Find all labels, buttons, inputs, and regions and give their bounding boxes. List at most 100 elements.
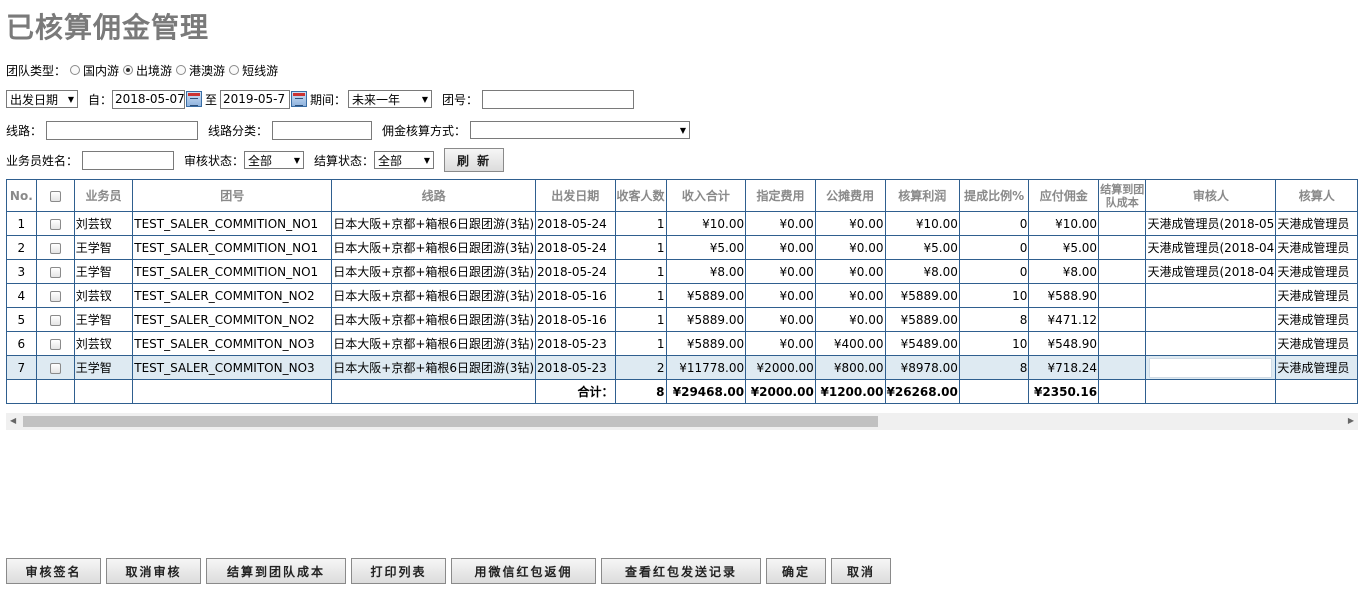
scrollbar-thumb[interactable] bbox=[23, 416, 878, 427]
cell-designated-fee: ¥0.00 bbox=[745, 331, 816, 356]
col-commission[interactable]: 应付佣金 bbox=[1028, 179, 1100, 212]
row-checkbox[interactable] bbox=[49, 266, 61, 278]
refresh-button[interactable]: 刷 新 bbox=[444, 148, 505, 172]
col-depart-date[interactable]: 出发日期 bbox=[535, 179, 616, 212]
col-settled-to-cost[interactable]: 结算到团队成本 bbox=[1098, 179, 1147, 212]
cell-team-no: TEST_SALER_COMMITON_NO2 bbox=[132, 307, 333, 332]
radio-outbound[interactable] bbox=[123, 65, 134, 75]
table-row[interactable]: 1 刘芸钗 TEST_SALER_COMMITION_NO1 日本大阪+京都+箱根6日… bbox=[6, 211, 1358, 236]
cell-empty bbox=[1145, 379, 1277, 404]
col-shared-fee[interactable]: 公摊费用 bbox=[814, 179, 886, 212]
chevron-down-icon: ▼ bbox=[423, 155, 431, 165]
cell-rate: 0 bbox=[958, 259, 1030, 284]
date-type-select[interactable]: 出发日期 ▼ bbox=[6, 90, 78, 108]
row-checkbox[interactable] bbox=[49, 290, 61, 302]
route-category-input[interactable] bbox=[272, 120, 373, 140]
col-auditor[interactable]: 审核人 bbox=[1145, 179, 1277, 212]
col-route[interactable]: 线路 bbox=[331, 179, 537, 212]
col-salesman[interactable]: 业务员 bbox=[73, 179, 134, 212]
cell-depart-date: 2018-05-24 bbox=[535, 211, 616, 236]
cell-no: 3 bbox=[6, 259, 37, 284]
radio-domestic[interactable] bbox=[70, 65, 81, 75]
row-checkbox[interactable] bbox=[49, 218, 61, 230]
cell-empty bbox=[331, 379, 537, 404]
cell-route: 日本大阪+京都+箱根6日跟团游(3钻) bbox=[331, 259, 537, 284]
cell-accountant: 天港成管理员 bbox=[1275, 283, 1358, 308]
scroll-left-icon[interactable]: ◀ bbox=[10, 416, 16, 425]
date-type-value: 出发日期 bbox=[10, 92, 59, 107]
cell-rate: 10 bbox=[958, 283, 1030, 308]
cell-settled-to-cost bbox=[1098, 235, 1147, 260]
route-category-label: 线路分类： bbox=[208, 123, 269, 138]
cell-auditor: 天港成管理员(2018-05 bbox=[1145, 211, 1277, 236]
table-row[interactable]: 2 王学智 TEST_SALER_COMMITION_NO1 日本大阪+京都+箱根6日… bbox=[6, 235, 1358, 260]
table-row[interactable]: 6 刘芸钗 TEST_SALER_COMMITON_NO3 日本大阪+京都+箱根6日跟… bbox=[6, 331, 1358, 356]
cell-income: ¥5889.00 bbox=[665, 307, 747, 332]
table-row[interactable]: 5 王学智 TEST_SALER_COMMITON_NO2 日本大阪+京都+箱根6日跟… bbox=[6, 307, 1358, 332]
cell-designated-fee: ¥2000.00 bbox=[745, 355, 816, 380]
view-redpack-log-button[interactable]: 查看红包发送记录 bbox=[601, 558, 761, 584]
col-guests[interactable]: 收客人数 bbox=[614, 179, 667, 212]
commission-method-select[interactable]: ▼ bbox=[470, 121, 691, 139]
col-income[interactable]: 收入合计 bbox=[665, 179, 747, 212]
scroll-right-icon[interactable]: ▶ bbox=[1348, 416, 1354, 425]
cell-commission: ¥10.00 bbox=[1028, 211, 1100, 236]
cell-designated-fee: ¥0.00 bbox=[745, 283, 816, 308]
table-row[interactable]: 3 王学智 TEST_SALER_COMMITION_NO1 日本大阪+京都+箱根6日… bbox=[6, 259, 1358, 284]
cell-empty bbox=[132, 379, 333, 404]
settle-to-cost-button[interactable]: 结算到团队成本 bbox=[206, 558, 346, 584]
radio-hkmacao[interactable] bbox=[176, 65, 187, 75]
cell-guests: 1 bbox=[614, 283, 667, 308]
wechat-redpack-button[interactable]: 用微信红包返佣 bbox=[451, 558, 596, 584]
team-no-input[interactable] bbox=[482, 89, 635, 109]
salesman-label: 业务员姓名： bbox=[6, 153, 79, 168]
cell-salesman: 刘芸钗 bbox=[73, 211, 134, 236]
cell-guests: 1 bbox=[614, 331, 667, 356]
col-no[interactable]: No. bbox=[6, 179, 37, 212]
settle-status-label: 结算状态： bbox=[314, 153, 375, 168]
cancel-button[interactable]: 取消 bbox=[831, 558, 891, 584]
settle-status-select[interactable]: 全部 ▼ bbox=[374, 151, 435, 169]
auditor-edit-input[interactable] bbox=[1149, 357, 1273, 378]
audit-status-select[interactable]: 全部 ▼ bbox=[244, 151, 305, 169]
to-date-input[interactable]: 2019-05-7 bbox=[220, 89, 291, 109]
col-select-all[interactable] bbox=[35, 179, 75, 212]
table-row[interactable]: 7 王学智 TEST_SALER_COMMITON_NO3 日本大阪+京都+箱根6日跟… bbox=[6, 355, 1358, 380]
col-team-no[interactable]: 团号 bbox=[132, 179, 333, 212]
team-type-filter: 团队类型： 国内游 出境游 港澳游 短线游 bbox=[6, 59, 278, 81]
calendar-icon[interactable] bbox=[186, 91, 203, 107]
period-select[interactable]: 未来一年 ▼ bbox=[348, 90, 433, 108]
row-checkbox[interactable] bbox=[49, 314, 61, 326]
route-input[interactable] bbox=[46, 120, 199, 140]
horizontal-scrollbar[interactable]: ◀ ▶ bbox=[6, 413, 1358, 430]
cell-team-no: TEST_SALER_COMMITION_NO1 bbox=[132, 211, 333, 236]
select-all-checkbox[interactable] bbox=[49, 190, 61, 202]
from-date-input[interactable]: 2018-05-07 bbox=[112, 89, 186, 109]
row-checkbox[interactable] bbox=[49, 338, 61, 350]
route-filter-row: 线路： 线路分类： 佣金核算方式： ▼ bbox=[6, 119, 691, 141]
col-designated-fee[interactable]: 指定费用 bbox=[745, 179, 816, 212]
period-label: 期间： bbox=[310, 92, 347, 107]
cancel-audit-button[interactable]: 取消审核 bbox=[106, 558, 201, 584]
cell-shared-fee: ¥400.00 bbox=[814, 331, 886, 356]
cell-no: 1 bbox=[6, 211, 37, 236]
radio-shortline[interactable] bbox=[229, 65, 240, 75]
col-profit[interactable]: 核算利润 bbox=[884, 179, 960, 212]
confirm-button[interactable]: 确定 bbox=[766, 558, 826, 584]
row-checkbox[interactable] bbox=[49, 242, 61, 254]
print-list-button[interactable]: 打印列表 bbox=[351, 558, 446, 584]
col-rate[interactable]: 提成比例% bbox=[958, 179, 1030, 212]
total-label: 合计： bbox=[535, 379, 616, 404]
col-accountant[interactable]: 核算人 bbox=[1275, 179, 1358, 212]
chevron-down-icon: ▼ bbox=[293, 155, 301, 165]
calendar-icon[interactable] bbox=[291, 91, 308, 107]
cell-accountant: 天港成管理员 bbox=[1275, 259, 1358, 284]
salesman-input[interactable] bbox=[82, 150, 175, 170]
row-checkbox[interactable] bbox=[49, 362, 61, 374]
cell-rate: 0 bbox=[958, 211, 1030, 236]
table-row[interactable]: 4 刘芸钗 TEST_SALER_COMMITON_NO2 日本大阪+京都+箱根6日跟… bbox=[6, 283, 1358, 308]
cell-no: 6 bbox=[6, 331, 37, 356]
settle-status-value: 全部 bbox=[378, 153, 403, 168]
cell-guests: 1 bbox=[614, 211, 667, 236]
audit-sign-button[interactable]: 审核签名 bbox=[6, 558, 101, 584]
